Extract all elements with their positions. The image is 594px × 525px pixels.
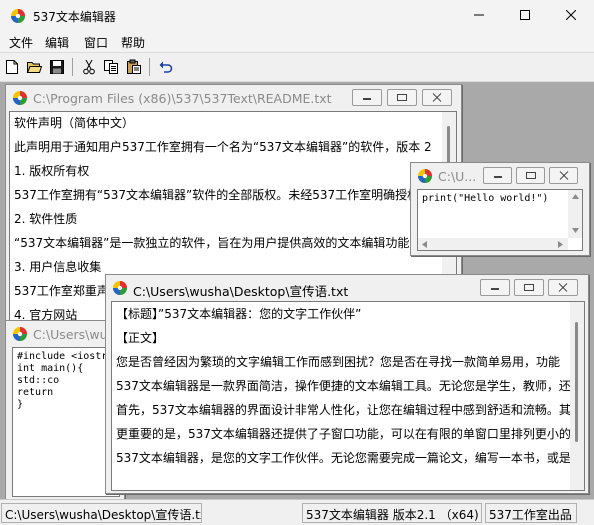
close-button[interactable] — [548, 0, 594, 30]
status-file-path: C:\Users\wusha\Desktop\宣传语.txt — [1, 503, 202, 523]
toolbar-separator — [72, 58, 73, 76]
restore-button[interactable] — [514, 279, 544, 296]
text-line: 3. 用户信息收集 — [14, 260, 102, 274]
scroll-up-arrow[interactable] — [572, 194, 579, 199]
scroll-thumb[interactable] — [575, 322, 578, 442]
toolbar-separator — [149, 58, 150, 76]
paste-icon[interactable] — [123, 56, 145, 78]
app-icon — [12, 326, 28, 342]
title-bar: 537文本编辑器 — [0, 0, 594, 32]
horizontal-scrollbar[interactable] — [418, 238, 568, 250]
text-line: “537文本编辑器”是一款独立的软件，旨在为用户提供高效的文本编辑功能 — [14, 236, 410, 250]
text-line: 更重要的是，537文本编辑器还提供了子窗口功能，可以在有限的单窗口里排列更小的 — [116, 427, 571, 441]
restore-button[interactable] — [387, 89, 417, 106]
text-line: 【正文】 — [116, 331, 165, 345]
promo-window[interactable]: C:\Users\wusha\Desktop\宣传语.txt 【标题】”537文… — [105, 274, 589, 494]
menu-window[interactable]: 窗口 — [82, 33, 110, 52]
scroll-right-arrow[interactable] — [558, 241, 563, 248]
restore-button[interactable] — [516, 167, 545, 184]
close-button[interactable] — [422, 89, 452, 106]
promo-window-title: C:\Users\wusha\Desktop\宣传语.txt — [133, 284, 349, 299]
minimize-button[interactable] — [352, 89, 382, 106]
text-line: 537文本编辑器，是您的文字工作伙伴。无论您需要完成一篇论文，编写一本书，或是 — [116, 451, 571, 465]
app-icon — [417, 168, 433, 184]
text-line: 【标题】”537文本编辑器：您的文字工作伙伴” — [116, 307, 362, 321]
menu-bar: 文件 编辑 窗口 帮助 — [0, 32, 594, 52]
close-button[interactable] — [549, 167, 578, 184]
window-title: 537文本编辑器 — [33, 10, 116, 24]
vertical-scrollbar[interactable] — [570, 302, 584, 490]
promo-window-titlebar[interactable]: C:\Users\wusha\Desktop\宣传语.txt — [106, 275, 588, 301]
new-file-icon[interactable] — [1, 56, 23, 78]
copy-icon[interactable] — [100, 56, 122, 78]
save-icon[interactable] — [46, 56, 68, 78]
hello-window-titlebar[interactable]: C:\U... — [411, 163, 589, 189]
readme-window-title: C:\Program Files (x86)\537\537Text\READM… — [33, 91, 332, 106]
code-line: std::co — [17, 375, 60, 386]
open-folder-icon[interactable] — [23, 56, 45, 78]
app-icon — [112, 280, 128, 296]
cut-icon[interactable] — [78, 56, 100, 78]
minimize-button[interactable] — [456, 0, 502, 30]
menu-file[interactable]: 文件 — [7, 33, 35, 52]
text-line: 首先，537文本编辑器的界面设计非常人性化，让您在编辑过程中感到舒适和流畅。其 — [116, 403, 571, 417]
text-line: 537文本编辑器是一款界面简洁，操作便捷的文本编辑工具。无论您是学生，教师，还 — [116, 379, 571, 393]
code-line: return — [17, 387, 54, 398]
text-line: 您是否曾经因为繁琐的文字编辑工作而感到困扰？您是否在寻找一款简单易用，功能 — [116, 355, 561, 369]
mdi-client-area: C:\Program Files (x86)\537\537Text\READM… — [0, 82, 594, 499]
app-icon — [12, 90, 28, 106]
close-button[interactable] — [548, 279, 578, 296]
cpp-text-area[interactable]: #include <iostr int main(){ std::co retu… — [12, 347, 120, 497]
app-icon — [10, 8, 26, 24]
code-line: print("Hello world!") — [422, 193, 549, 204]
undo-icon[interactable] — [155, 56, 177, 78]
menu-edit[interactable]: 编辑 — [43, 33, 71, 52]
text-line: 537工作室拥有“537文本编辑器”软件的全部版权。未经537工作室明确授权 — [14, 188, 420, 202]
text-line: 2. 软件性质 — [14, 212, 78, 226]
code-line: #include <iostr — [17, 351, 108, 362]
scroll-left-arrow[interactable] — [422, 241, 427, 248]
toolbar — [0, 52, 594, 82]
minimize-button[interactable] — [480, 279, 510, 296]
menu-help[interactable]: 帮助 — [119, 33, 147, 52]
code-line: int main(){ — [17, 363, 84, 374]
promo-text-area[interactable]: 【标题】”537文本编辑器：您的文字工作伙伴” 【正文】 您是否曾经因为繁琐的文… — [111, 301, 585, 491]
hello-window-title: C:\U... — [438, 169, 477, 184]
text-line: 1. 版权所有权 — [14, 164, 90, 178]
hello-text-area[interactable]: print("Hello world!") — [417, 189, 583, 251]
text-line: 软件声明（简体中文） — [14, 116, 135, 130]
readme-window-titlebar[interactable]: C:\Program Files (x86)\537\537Text\READM… — [6, 85, 461, 111]
scroll-down-arrow[interactable] — [572, 228, 579, 233]
status-version: 537文本编辑器 版本2.1 （x64) — [302, 503, 482, 523]
maximize-button[interactable] — [502, 0, 548, 30]
status-publisher: 537工作室出品 — [485, 503, 577, 523]
status-bar: C:\Users\wusha\Desktop\宣传语.txt 537文本编辑器 … — [0, 499, 594, 525]
code-line: } — [17, 399, 24, 410]
hello-window[interactable]: C:\U... print("Hello world!") — [410, 162, 590, 256]
text-line: 此声明用于通知用户537工作室拥有一个名为“537文本编辑器”的软件，版本 2 — [14, 140, 432, 154]
vertical-scrollbar[interactable] — [568, 190, 582, 238]
minimize-button[interactable] — [483, 167, 512, 184]
